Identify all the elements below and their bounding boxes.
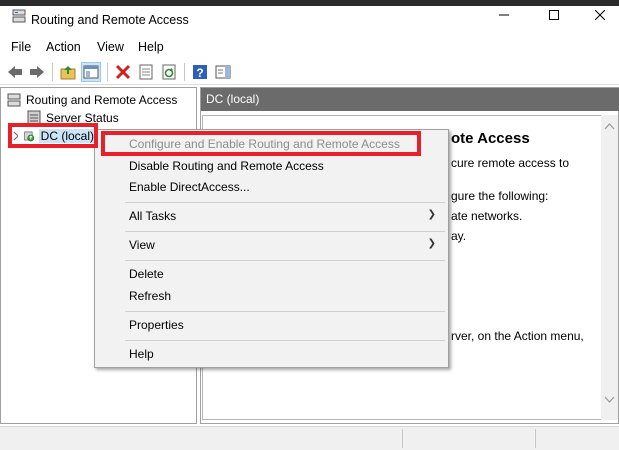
minimize-icon [499,14,509,16]
tree-root-label: Routing and Remote Access [26,92,178,107]
tree-item-server-status[interactable]: Server Status [26,109,119,126]
forward-button[interactable] [27,62,47,82]
menu-separator [125,340,445,341]
close-icon [595,10,605,20]
menu-item-configure-enable[interactable]: Configure and Enable Routing and Remote … [129,137,400,151]
details-text: ate networks. [451,209,523,223]
details-text: gure the following: [451,189,549,203]
chevron-right-icon[interactable] [11,131,18,141]
menu-separator [125,231,445,232]
menu-item-enable-directaccess[interactable]: Enable DirectAccess... [129,180,250,194]
scroll-up-icon[interactable] [601,121,618,133]
routing-app-icon [12,9,26,23]
up-folder-icon [60,66,76,80]
chevron-right-icon: ❯ [427,238,436,249]
scroll-down-icon[interactable] [601,394,618,406]
tree-item-dc-local[interactable]: DC (local) [11,127,96,144]
window-title: Routing and Remote Access [31,13,189,27]
refresh-icon [162,64,176,80]
delete-icon [115,64,131,80]
delete-button[interactable] [113,62,133,82]
properties-icon [139,64,153,80]
routing-server-icon [7,93,21,106]
help-icon: ? [193,65,207,80]
menu-view[interactable]: View [97,40,124,54]
action-pane-button[interactable] [213,62,233,82]
tree-item-label: Server Status [46,110,119,125]
up-one-level-button[interactable] [58,62,78,82]
close-button[interactable] [577,0,619,30]
toolbar: ? [0,59,619,85]
menu-item-view[interactable]: View [129,238,155,252]
menu-item-disable[interactable]: Disable Routing and Remote Access [129,159,324,173]
vertical-scrollbar[interactable] [601,115,618,420]
toolbar-separator [107,63,108,81]
menu-file[interactable]: File [11,40,31,54]
refresh-button[interactable] [159,62,179,82]
menu-separator [125,311,445,312]
menu-separator [125,202,445,203]
title-bar: Routing and Remote Access [0,0,619,40]
menu-item-all-tasks[interactable]: All Tasks [129,209,176,223]
maximize-icon [549,10,559,20]
show-hide-console-tree-icon [83,65,99,79]
server-up-icon [24,131,34,141]
svg-text:?: ? [196,66,203,80]
chevron-right-icon: ❯ [427,209,436,220]
menu-bar: File Action View Help [0,38,619,58]
menu-item-delete[interactable]: Delete [129,267,164,281]
back-button[interactable] [5,62,25,82]
status-bar [0,426,619,450]
toolbar-separator [52,63,53,81]
details-header: DC (local) [201,88,619,111]
tree-root-routing[interactable]: Routing and Remote Access [6,91,177,108]
menu-help[interactable]: Help [138,40,164,54]
server-status-icon [27,110,41,125]
action-pane-icon [215,65,231,79]
status-divider [535,429,536,448]
forward-arrow-icon [30,66,44,78]
tree-item-label: DC (local) [38,128,96,143]
minimize-button[interactable] [481,0,527,30]
properties-button[interactable] [136,62,156,82]
help-button[interactable]: ? [190,62,210,82]
menu-item-help[interactable]: Help [129,347,154,361]
toolbar-separator [184,63,185,81]
maximize-button[interactable] [531,0,577,30]
context-menu: Configure and Enable Routing and Remote … [94,129,449,368]
show-hide-console-tree-button[interactable] [81,62,101,82]
details-text: cure remote access to [451,156,570,170]
menu-item-properties[interactable]: Properties [129,318,184,332]
menu-action[interactable]: Action [46,40,81,54]
details-text: ay. [451,229,467,243]
details-text: rver, on the Action menu, [451,329,584,343]
back-arrow-icon [8,66,22,78]
status-divider [402,429,403,448]
details-heading: ote Access [451,130,530,147]
menu-item-refresh[interactable]: Refresh [129,289,171,303]
menu-separator [125,260,445,261]
